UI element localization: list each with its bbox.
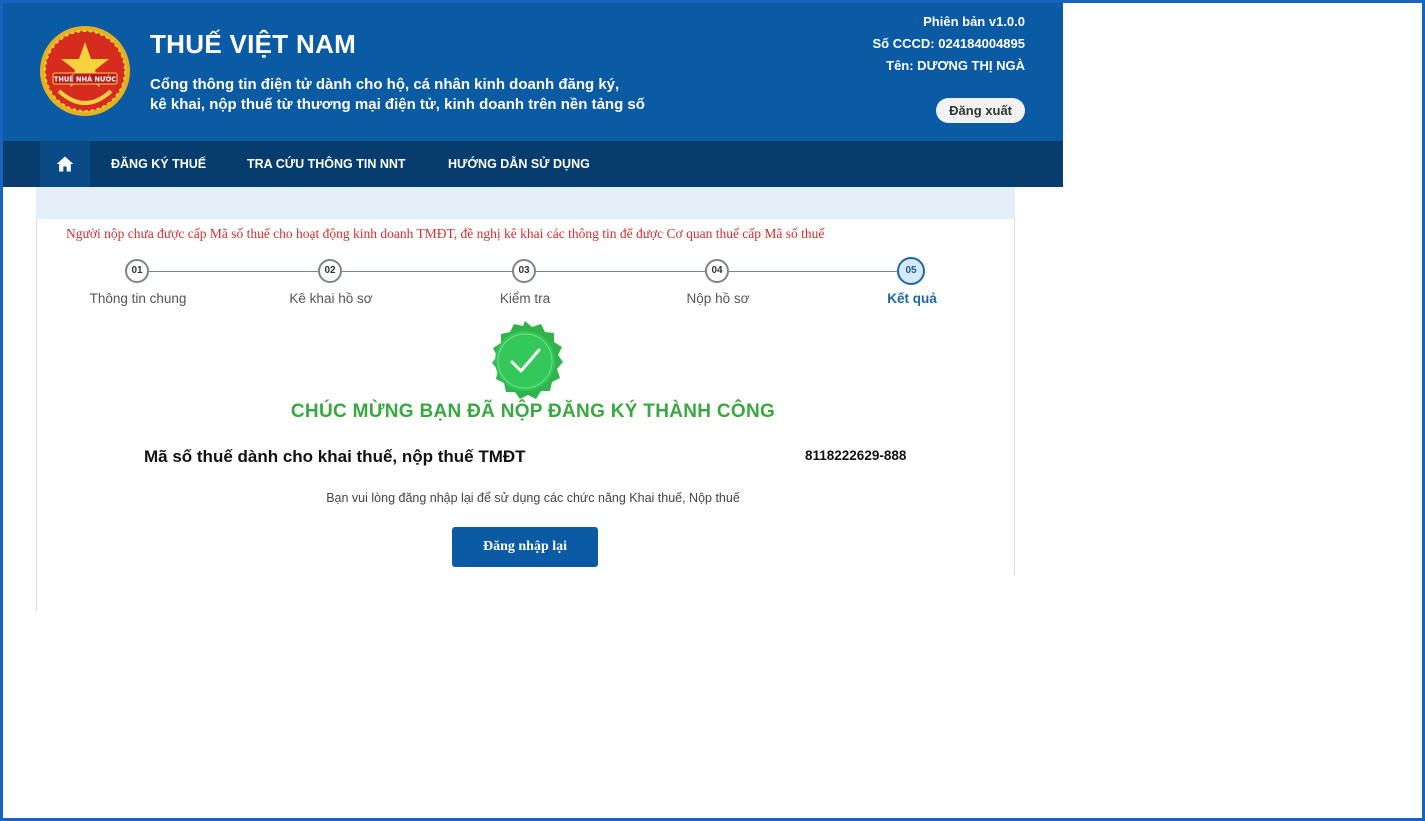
- success-check-icon: [492, 321, 563, 399]
- emblem-text: THUẾ NHÀ NƯỚC: [54, 74, 116, 84]
- tax-code-value: 8118222629-888: [805, 448, 907, 463]
- success-title: CHÚC MỪNG BẠN ĐÃ NỘP ĐĂNG KÝ THÀNH CÔNG: [290, 401, 776, 422]
- step-3-circle: 03: [512, 259, 536, 283]
- step-3-label: Kiểm tra: [499, 291, 551, 306]
- site-header: THUẾ NHÀ NƯỚC THUẾ VIỆT NAM Cổng thông t…: [3, 3, 1063, 141]
- warning-message: Người nộp chưa được cấp Mã số thuế cho h…: [66, 226, 825, 241]
- relogin-button[interactable]: Đăng nhập lại: [452, 527, 598, 567]
- site-title: THUẾ VIỆT NAM: [150, 29, 357, 59]
- emblem-icon: THUẾ NHÀ NƯỚC: [40, 26, 130, 116]
- step-1-circle: 01: [125, 259, 149, 283]
- nav-home[interactable]: [40, 141, 90, 187]
- step-2-circle: 02: [318, 259, 342, 283]
- nav-item-dang-ky-thue[interactable]: ĐĂNG KÝ THUẾ: [111, 141, 206, 187]
- step-5-label: Kết quả: [887, 291, 937, 306]
- step-5-circle: 05: [897, 257, 925, 285]
- content-header-strip: [36, 187, 1015, 219]
- user-info: Phiên bản v1.0.0 Số CCCD: 024184004895 T…: [873, 11, 1025, 77]
- step-1-label: Thông tin chung: [89, 291, 187, 306]
- main-nav: ĐĂNG KÝ THUẾ TRA CỨU THÔNG TIN NNT HƯỚNG…: [3, 141, 1063, 187]
- content-border-right: [1014, 219, 1015, 575]
- site-subtitle-line2: kê khai, nộp thuế từ thương mại điện tử,…: [150, 96, 645, 113]
- tax-code-label: Mã số thuế dành cho khai thuế, nộp thuế …: [144, 447, 526, 466]
- relogin-note: Bạn vui lòng đăng nhập lại để sử dụng cá…: [326, 491, 740, 505]
- step-4-circle: 04: [705, 259, 729, 283]
- nav-item-huong-dan[interactable]: HƯỚNG DẪN SỬ DỤNG: [448, 141, 590, 187]
- site-subtitle: Cổng thông tin điện tử dành cho hộ, cá n…: [150, 75, 645, 115]
- nav-item-tra-cuu[interactable]: TRA CỨU THÔNG TIN NNT: [247, 141, 406, 187]
- user-name-label: Tên: DƯƠNG THỊ NGÀ: [886, 58, 1025, 73]
- step-2-label: Kê khai hồ sơ: [289, 291, 373, 306]
- version-label: Phiên bản v1.0.0: [923, 14, 1025, 29]
- cccd-label: Số CCCD: 024184004895: [872, 36, 1025, 51]
- step-4-label: Nộp hồ sơ: [686, 291, 750, 306]
- site-subtitle-line1: Cổng thông tin điện tử dành cho hộ, cá n…: [150, 76, 620, 93]
- app-frame: THUẾ NHÀ NƯỚC THUẾ VIỆT NAM Cổng thông t…: [0, 0, 1425, 821]
- logout-button[interactable]: Đăng xuất: [936, 98, 1025, 123]
- home-icon: [56, 156, 74, 172]
